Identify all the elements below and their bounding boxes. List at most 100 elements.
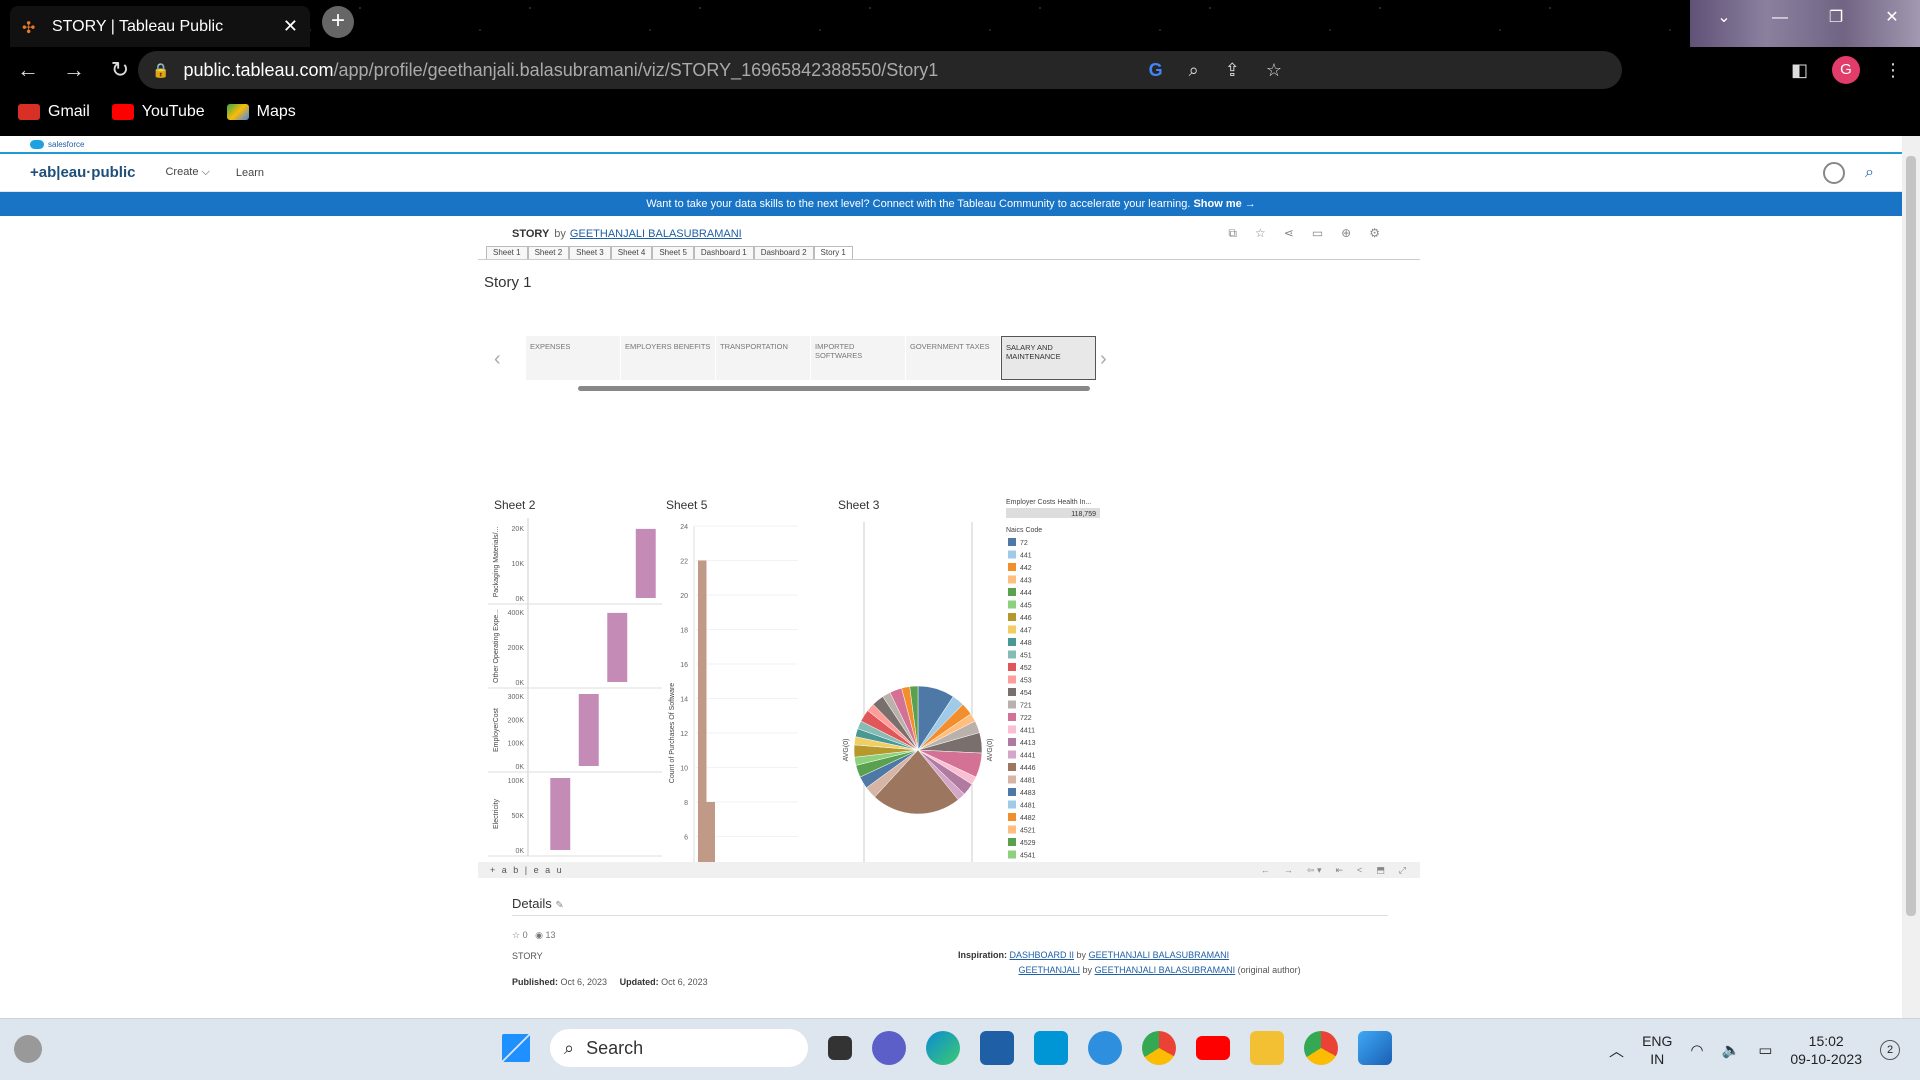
page-scrollbar[interactable] xyxy=(1902,136,1920,1018)
side-panel-icon[interactable]: ◧ xyxy=(1791,60,1808,81)
chrome-icon[interactable] xyxy=(1142,1031,1176,1065)
legend-swatch xyxy=(1008,575,1016,584)
edge-icon[interactable] xyxy=(926,1031,960,1065)
menu-icon[interactable]: ⋮ xyxy=(1884,60,1902,81)
google-icon[interactable]: G xyxy=(1149,60,1163,81)
language-indicator[interactable]: ENG IN xyxy=(1642,1032,1672,1068)
star-icon[interactable]: ☆ xyxy=(512,930,520,940)
zoom-icon[interactable]: ⌕ xyxy=(1189,60,1199,81)
sheet5-tick: 20 xyxy=(680,593,688,600)
web-page: salesforce +ab|eau·public Create ⌵ Learn… xyxy=(0,136,1902,1018)
legend-label: 451 xyxy=(1020,653,1032,660)
sheet-tab-5[interactable]: Sheet 5 xyxy=(652,246,694,259)
notification-badge[interactable]: 2 xyxy=(1880,1040,1900,1060)
inspiration-author-1[interactable]: GEETHANJALI BALASUBRAMANI xyxy=(1089,950,1230,960)
legend-swatch xyxy=(1008,700,1016,709)
store-icon[interactable] xyxy=(980,1031,1014,1065)
sheet5-ylabel: Count of Purchases Of Software xyxy=(669,683,676,783)
sheet-tab-7[interactable]: Dashboard 2 xyxy=(753,246,814,259)
nav-learn[interactable]: Learn xyxy=(236,167,264,179)
legend-swatch xyxy=(1008,600,1016,609)
tab-search-icon[interactable]: ⌄ xyxy=(1696,0,1752,36)
forward-icon[interactable]: → xyxy=(56,57,92,83)
tableau-footer-logo[interactable]: + a b | e a u xyxy=(490,865,564,875)
weather-icon[interactable] xyxy=(14,1035,42,1063)
help-icon[interactable] xyxy=(1088,1031,1122,1065)
sheet-tab-3[interactable]: Sheet 3 xyxy=(569,246,611,259)
inspiration: Inspiration: DASHBOARD II by GEETHANJALI… xyxy=(958,950,1301,975)
settings-icon[interactable]: ⚙ xyxy=(1369,226,1380,241)
download-icon[interactable]: ⊕ xyxy=(1341,226,1351,241)
share-icon[interactable]: ⋖ xyxy=(1284,226,1294,241)
new-tab-button[interactable]: + xyxy=(322,6,354,38)
nav-create[interactable]: Create ⌵ xyxy=(165,166,209,179)
wifi-icon[interactable]: ◠ xyxy=(1690,1041,1703,1059)
url-host: public.tableau.com xyxy=(183,59,334,80)
window-controls: ⌄ — ❐ ✕ xyxy=(1696,0,1920,36)
redo-icon[interactable]: → xyxy=(1284,862,1293,878)
scrollbar-thumb[interactable] xyxy=(1906,156,1916,916)
search-icon[interactable]: ⌕ xyxy=(1865,164,1874,182)
back-icon[interactable]: ← xyxy=(10,57,46,83)
myhp-icon[interactable] xyxy=(1034,1031,1068,1065)
edit-pencil-icon[interactable]: ✎ xyxy=(555,900,563,911)
legend-label: 448 xyxy=(1020,640,1032,647)
profile-avatar[interactable]: G xyxy=(1832,56,1860,84)
bookmark-youtube[interactable]: YouTube xyxy=(111,103,205,121)
show-me-link[interactable]: Show me → xyxy=(1193,198,1255,210)
bookmark-star-icon[interactable]: ☆ xyxy=(1266,60,1282,81)
sheet-tab-2[interactable]: Sheet 2 xyxy=(527,246,570,259)
sheet2-tick: 100K xyxy=(508,741,525,748)
gmail-icon xyxy=(18,104,40,120)
edit-icon[interactable]: ⧉ xyxy=(1228,226,1237,241)
comment-icon[interactable]: ▭ xyxy=(1312,226,1323,241)
taskbar-search[interactable]: ⌕ Search xyxy=(550,1029,808,1067)
close-window-icon[interactable]: ✕ xyxy=(1864,0,1920,36)
lock-icon[interactable]: 🔒 xyxy=(152,62,169,79)
teams-icon[interactable] xyxy=(872,1031,906,1065)
minimize-icon[interactable]: — xyxy=(1752,0,1808,36)
user-avatar-icon[interactable] xyxy=(1823,162,1846,184)
youtube-app-icon[interactable] xyxy=(1196,1036,1230,1060)
sheet-tab-1[interactable]: Sheet 1 xyxy=(486,246,528,259)
restore-icon[interactable]: ❐ xyxy=(1808,0,1864,36)
favorite-icon[interactable]: ☆ xyxy=(1255,226,1266,241)
inspiration-author-2[interactable]: GEETHANJALI BALASUBRAMANI xyxy=(1095,965,1236,975)
clock[interactable]: 15:02 09-10-2023 xyxy=(1790,1032,1862,1068)
chrome-active-icon[interactable] xyxy=(1304,1031,1338,1065)
reset-icon[interactable]: ⇤ xyxy=(1335,862,1343,878)
sheet-tab-8[interactable]: Story 1 xyxy=(813,246,853,259)
address-bar[interactable]: 🔒 public.tableau.com /app/profile/geetha… xyxy=(138,51,1622,89)
browser-chrome: ✣ STORY | Tableau Public ✕ + ⌄ — ❐ ✕ ← →… xyxy=(0,0,1920,136)
tableau-public-logo[interactable]: +ab|eau·public xyxy=(30,164,135,181)
bookmark-maps[interactable]: Maps xyxy=(226,103,296,121)
author-link[interactable]: GEETHANJALI BALASUBRAMANI xyxy=(570,228,742,244)
reload-icon[interactable]: ↻ xyxy=(102,57,138,83)
share-footer-icon[interactable]: < xyxy=(1357,862,1362,878)
task-view-icon[interactable] xyxy=(828,1036,852,1060)
start-icon[interactable] xyxy=(502,1034,530,1062)
battery-icon[interactable]: ▭ xyxy=(1758,1041,1772,1059)
sheet2-tick: 0K xyxy=(515,680,524,687)
sheet-tab-6[interactable]: Dashboard 1 xyxy=(693,246,754,259)
undo-icon[interactable]: ← xyxy=(1261,862,1270,878)
filter-value: 118,759 xyxy=(1071,511,1096,518)
inspiration-link-1[interactable]: DASHBOARD II xyxy=(1010,950,1075,960)
close-tab-icon[interactable]: ✕ xyxy=(283,16,298,37)
inspiration-link-2[interactable]: GEETHANJALI xyxy=(1019,965,1081,975)
sheet-tab-4[interactable]: Sheet 4 xyxy=(610,246,653,259)
tray-overflow-icon[interactable]: ︿ xyxy=(1609,1040,1624,1061)
legend-swatch xyxy=(1008,725,1016,734)
revert-icon[interactable]: ⇦ ▾ xyxy=(1307,862,1322,878)
browser-tab[interactable]: ✣ STORY | Tableau Public ✕ xyxy=(10,6,310,47)
legend-swatch xyxy=(1008,588,1016,596)
viz-toolbar: ⧉ ☆ ⋖ ▭ ⊕ ⚙ xyxy=(1228,226,1380,241)
details-heading: Details ✎ xyxy=(512,896,1388,916)
download-footer-icon[interactable]: ⬒ xyxy=(1376,862,1385,878)
file-explorer-icon[interactable] xyxy=(1250,1031,1284,1065)
volume-icon[interactable]: 🔈 xyxy=(1722,1041,1741,1059)
bookmark-gmail[interactable]: Gmail xyxy=(18,103,90,121)
share-icon[interactable]: ⇪ xyxy=(1225,60,1240,81)
fullscreen-icon[interactable]: ⤢ xyxy=(1399,862,1406,878)
photos-icon[interactable] xyxy=(1358,1031,1392,1065)
